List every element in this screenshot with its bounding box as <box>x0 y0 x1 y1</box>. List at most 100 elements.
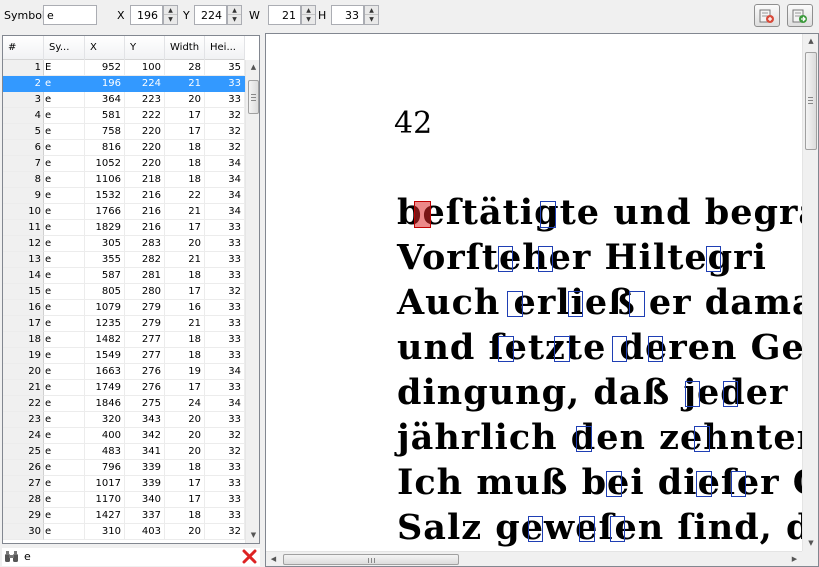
viewer-vertical-scrollbar[interactable]: ▲ ▼ <box>802 34 818 551</box>
x-cell[interactable]: 364 <box>85 92 125 108</box>
row-index[interactable]: 27 <box>3 476 44 492</box>
width-cell[interactable]: 17 <box>165 220 205 236</box>
y-cell[interactable]: 100 <box>125 60 165 76</box>
y-cell[interactable]: 222 <box>125 108 165 124</box>
column-header-x[interactable]: X <box>85 36 125 60</box>
column-header-width[interactable]: Width <box>165 36 205 60</box>
width-cell[interactable]: 16 <box>165 300 205 316</box>
symbol-cell[interactable]: e <box>44 460 85 476</box>
symbol-cell[interactable]: e <box>44 204 85 220</box>
symbol-box[interactable] <box>706 246 721 272</box>
row-index[interactable]: 14 <box>3 268 44 284</box>
scroll-down-icon[interactable]: ▼ <box>803 536 818 551</box>
x-cell[interactable]: 310 <box>85 524 125 540</box>
symbol-box[interactable] <box>498 246 513 272</box>
y-cell[interactable]: 220 <box>125 140 165 156</box>
width-cell[interactable]: 18 <box>165 332 205 348</box>
table-row[interactable]: 10 e 1766 216 21 34 <box>3 204 245 220</box>
symbol-cell[interactable]: e <box>44 108 85 124</box>
symbol-cell[interactable]: e <box>44 396 85 412</box>
spin-down-icon[interactable]: ▼ <box>365 15 378 24</box>
height-spinner[interactable]: ▲ ▼ <box>364 5 379 25</box>
width-cell[interactable]: 21 <box>165 252 205 268</box>
scrollbar-thumb[interactable] <box>248 80 259 114</box>
row-index[interactable]: 21 <box>3 380 44 396</box>
height-cell[interactable]: 32 <box>205 124 245 140</box>
symbol-cell[interactable]: e <box>44 172 85 188</box>
y-input[interactable]: 224 <box>194 5 227 25</box>
row-index[interactable]: 12 <box>3 236 44 252</box>
height-cell[interactable]: 34 <box>205 364 245 380</box>
symbol-box[interactable] <box>685 381 700 407</box>
symbol-box[interactable] <box>610 516 625 542</box>
table-row[interactable]: 29 e 1427 337 18 33 <box>3 508 245 524</box>
row-index[interactable]: 30 <box>3 524 44 540</box>
y-cell[interactable]: 280 <box>125 284 165 300</box>
width-cell[interactable]: 21 <box>165 204 205 220</box>
table-row[interactable]: 9 e 1532 216 22 34 <box>3 188 245 204</box>
table-row[interactable]: 5 e 758 220 17 32 <box>3 124 245 140</box>
y-cell[interactable]: 216 <box>125 188 165 204</box>
table-row[interactable]: 7 e 1052 220 18 34 <box>3 156 245 172</box>
symbol-box[interactable] <box>579 516 595 542</box>
y-cell[interactable]: 220 <box>125 156 165 172</box>
row-index[interactable]: 4 <box>3 108 44 124</box>
x-cell[interactable]: 581 <box>85 108 125 124</box>
width-cell[interactable]: 21 <box>165 316 205 332</box>
symbol-cell[interactable]: E <box>44 60 85 76</box>
symbol-cell[interactable]: e <box>44 508 85 524</box>
row-index[interactable]: 16 <box>3 300 44 316</box>
width-cell[interactable]: 20 <box>165 428 205 444</box>
symbol-cell[interactable]: e <box>44 156 85 172</box>
y-spinner[interactable]: ▲ ▼ <box>227 5 242 25</box>
x-cell[interactable]: 483 <box>85 444 125 460</box>
symbol-box[interactable] <box>648 336 663 362</box>
height-cell[interactable]: 34 <box>205 188 245 204</box>
symbol-box-selected[interactable] <box>414 201 431 228</box>
height-cell[interactable]: 33 <box>205 492 245 508</box>
height-cell[interactable]: 34 <box>205 396 245 412</box>
y-cell[interactable]: 224 <box>125 76 165 92</box>
x-cell[interactable]: 1829 <box>85 220 125 236</box>
row-index[interactable]: 5 <box>3 124 44 140</box>
symbol-cell[interactable]: e <box>44 140 85 156</box>
spin-up-icon[interactable]: ▲ <box>228 6 241 15</box>
x-cell[interactable]: 305 <box>85 236 125 252</box>
table-row[interactable]: 18 e 1482 277 18 33 <box>3 332 245 348</box>
symbol-cell[interactable]: e <box>44 92 85 108</box>
width-cell[interactable]: 18 <box>165 172 205 188</box>
x-input[interactable]: 196 <box>130 5 163 25</box>
width-cell[interactable]: 20 <box>165 412 205 428</box>
width-cell[interactable]: 18 <box>165 348 205 364</box>
symbol-cell[interactable]: e <box>44 492 85 508</box>
height-cell[interactable]: 32 <box>205 444 245 460</box>
width-cell[interactable]: 20 <box>165 92 205 108</box>
symbol-cell[interactable]: e <box>44 220 85 236</box>
symbol-cell[interactable]: e <box>44 284 85 300</box>
symbol-cell[interactable]: e <box>44 236 85 252</box>
x-cell[interactable]: 952 <box>85 60 125 76</box>
row-index[interactable]: 6 <box>3 140 44 156</box>
width-cell[interactable]: 18 <box>165 156 205 172</box>
y-cell[interactable]: 341 <box>125 444 165 460</box>
column-header-y[interactable]: Y <box>125 36 165 60</box>
width-cell[interactable]: 18 <box>165 460 205 476</box>
x-cell[interactable]: 1106 <box>85 172 125 188</box>
height-cell[interactable]: 34 <box>205 172 245 188</box>
width-cell[interactable]: 18 <box>165 268 205 284</box>
symbol-box[interactable] <box>629 291 645 317</box>
width-cell[interactable]: 20 <box>165 236 205 252</box>
width-cell[interactable]: 18 <box>165 508 205 524</box>
row-index[interactable]: 11 <box>3 220 44 236</box>
y-cell[interactable]: 220 <box>125 124 165 140</box>
width-cell[interactable]: 17 <box>165 476 205 492</box>
symbol-box[interactable] <box>554 336 570 362</box>
row-index[interactable]: 9 <box>3 188 44 204</box>
symbol-cell[interactable]: e <box>44 124 85 140</box>
height-cell[interactable]: 35 <box>205 60 245 76</box>
y-cell[interactable]: 216 <box>125 220 165 236</box>
height-cell[interactable]: 33 <box>205 236 245 252</box>
symbol-cell[interactable]: e <box>44 332 85 348</box>
export-boxes-button[interactable] <box>787 4 813 27</box>
y-cell[interactable]: 223 <box>125 92 165 108</box>
